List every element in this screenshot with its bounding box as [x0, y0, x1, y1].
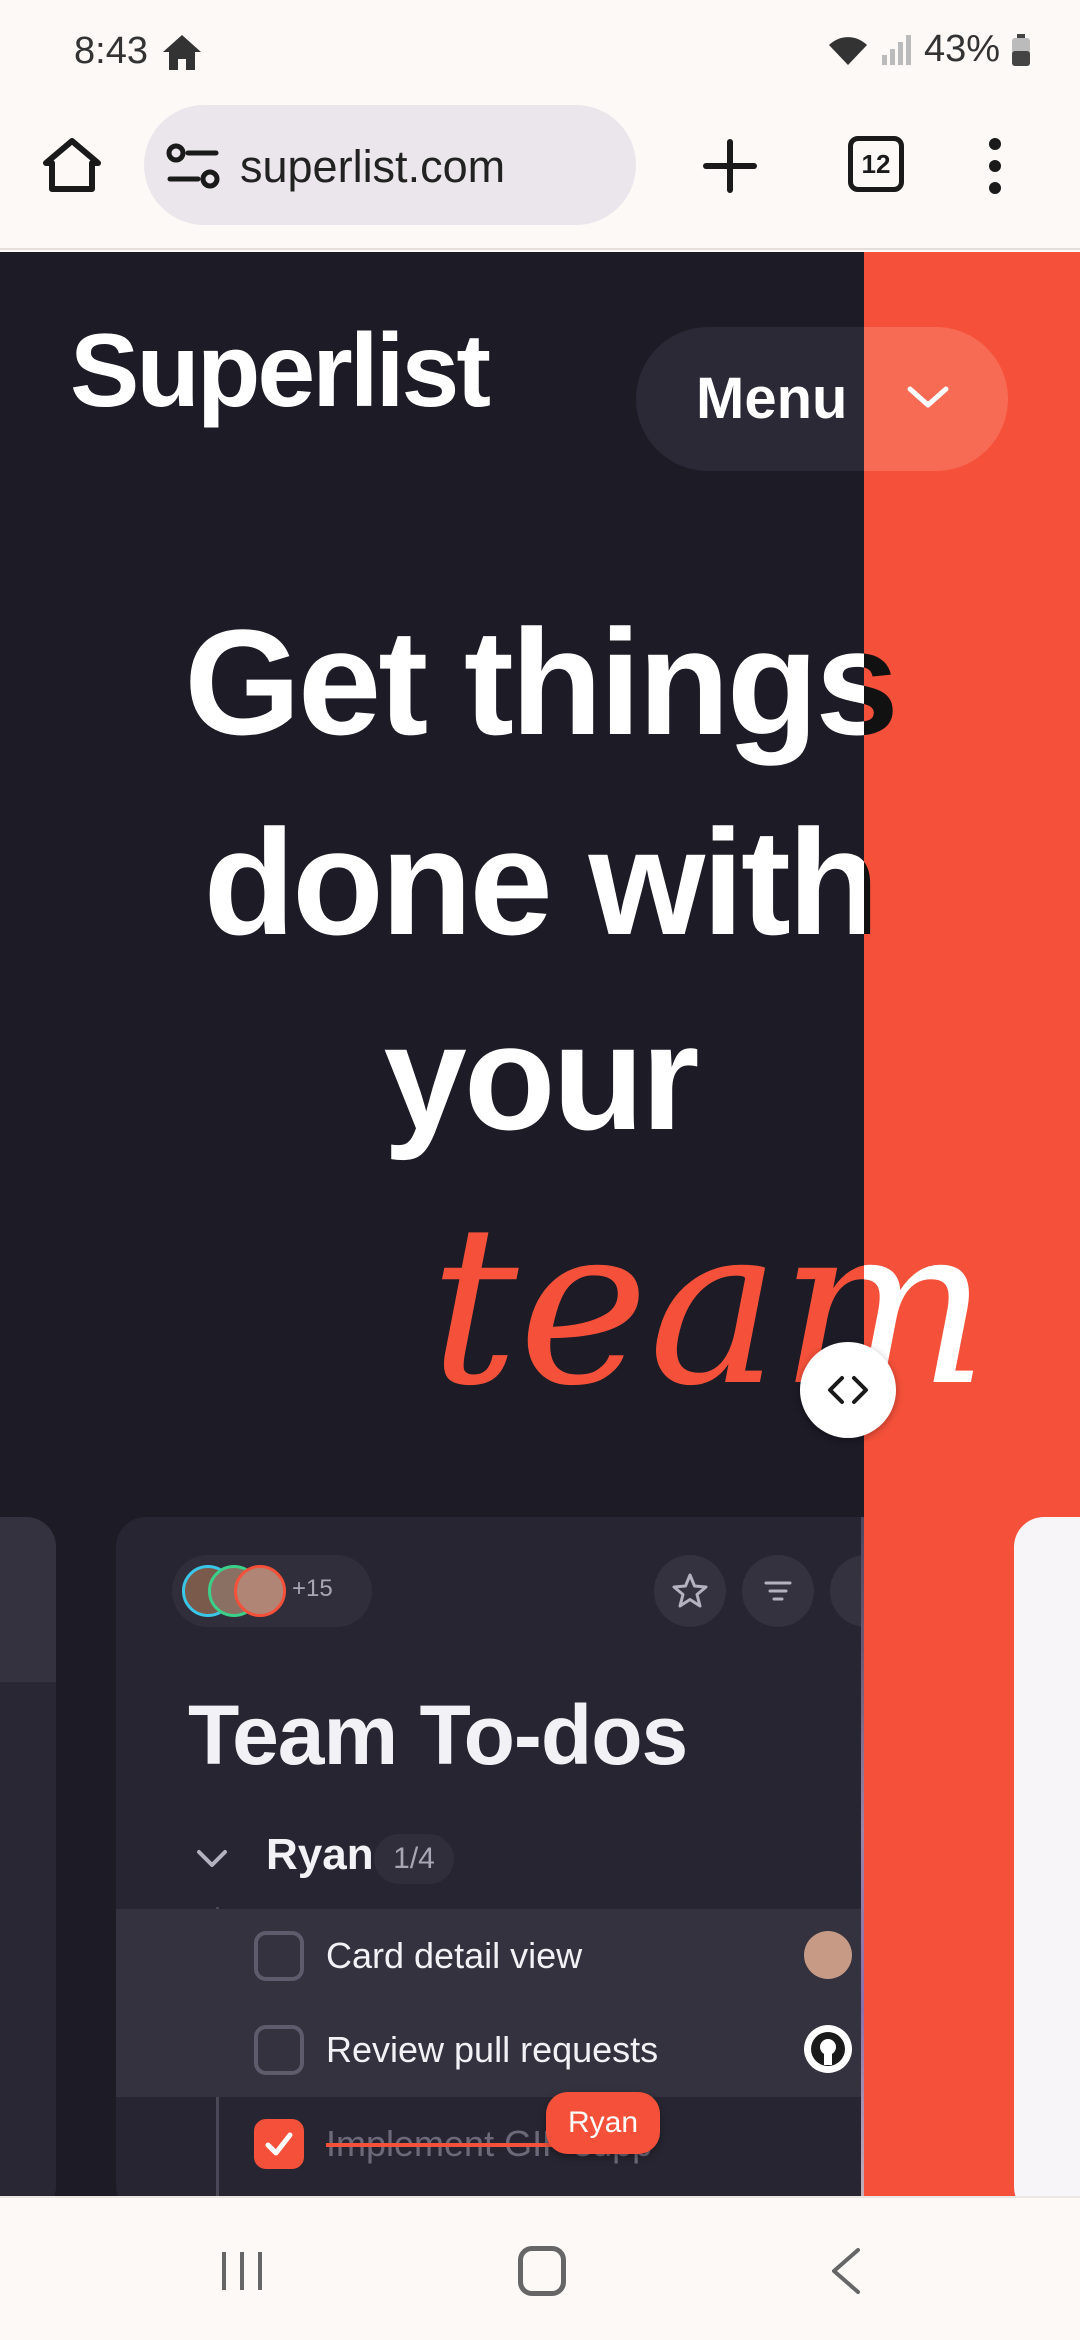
- address-bar[interactable]: superlist.com: [144, 105, 636, 225]
- task-row[interactable]: Implement GIF supp: [116, 2097, 952, 2191]
- task-row[interactable]: Review pull requests: [116, 2003, 952, 2097]
- star-icon: [672, 1573, 708, 1608]
- favorite-button[interactable]: [654, 1555, 726, 1627]
- recents-button[interactable]: [218, 2246, 266, 2296]
- avatar: [234, 1565, 286, 1617]
- task-checkbox[interactable]: [254, 2025, 304, 2075]
- battery-percent: 43%: [923, 28, 1000, 70]
- avatar-group[interactable]: [172, 1555, 372, 1627]
- github-icon: [804, 2025, 852, 2073]
- system-navigation-bar: [0, 2196, 1080, 2340]
- status-time: 8:43: [74, 30, 148, 72]
- home-nav-button[interactable]: [518, 2246, 566, 2296]
- filter-button[interactable]: [742, 1555, 814, 1627]
- team-todos-card[interactable]: +15 Team To-dos Ryan 1/4 Card detail vie…: [116, 1517, 952, 2196]
- theme-reveal-overlay: Menu Get things done with team: [864, 252, 1080, 2196]
- code-arrows-icon: [828, 1376, 868, 1404]
- wifi-icon: [828, 36, 867, 65]
- task-checkbox[interactable]: [254, 1931, 304, 1981]
- status-bar: 8:43 43%: [0, 0, 1080, 100]
- card-header: [0, 1517, 56, 1682]
- team-todos-card-revealed: [864, 1517, 952, 2196]
- task-row[interactable]: Card detail view: [116, 1909, 952, 2003]
- browser-toolbar: superlist.com 12: [0, 100, 1080, 250]
- tabs-button[interactable]: 12: [848, 136, 904, 192]
- assignee-tooltip: Ryan: [546, 2092, 660, 2154]
- menu-label: Menu: [696, 366, 848, 431]
- compare-slider-handle[interactable]: [800, 1342, 896, 1438]
- hero-line-1: Get things: [864, 607, 1080, 757]
- assignee-avatar: [804, 1931, 852, 1979]
- card-title: Team To-dos: [188, 1688, 688, 1782]
- carousel-photo: [864, 1517, 952, 2196]
- hero-line-2: done with: [864, 807, 1080, 957]
- home-icon: [163, 35, 201, 70]
- filter-icon: [764, 1581, 792, 1601]
- reveal-content: Menu Get things done with team: [864, 252, 1080, 2196]
- more-options-button[interactable]: [980, 136, 1010, 196]
- group-name: Ryan: [266, 1830, 374, 1879]
- menu-button-revealed: Menu: [864, 327, 1008, 471]
- superlist-logo[interactable]: Superlist: [70, 312, 491, 431]
- carousel-card-previous[interactable]: [0, 1517, 56, 2196]
- carousel-card-next: [1014, 1517, 1080, 2196]
- chevron-down-icon: [907, 386, 949, 408]
- web-page: Superlist Menu Get things done with your…: [0, 252, 1080, 2196]
- task-label: Review pull requests: [326, 2029, 659, 2070]
- back-button[interactable]: [826, 2246, 866, 2296]
- url-text: superlist.com: [240, 141, 506, 192]
- new-tab-button[interactable]: [700, 136, 760, 196]
- signal-icon: [881, 34, 911, 65]
- status-right: 43%: [826, 28, 1032, 71]
- chevron-down-icon: [197, 1850, 227, 1867]
- site-settings-icon[interactable]: [164, 143, 224, 191]
- task-checkbox-checked[interactable]: [254, 2119, 304, 2169]
- task-label: Card detail view: [326, 1935, 583, 1976]
- battery-icon: [1012, 33, 1030, 66]
- avatar-count: +15: [292, 1575, 333, 1602]
- group-count: 1/4: [374, 1834, 454, 1884]
- check-icon: [265, 2132, 293, 2156]
- home-button[interactable]: [40, 133, 104, 197]
- screen: 8:43 43% superlist.com 12 Superlist Menu…: [0, 0, 1080, 2340]
